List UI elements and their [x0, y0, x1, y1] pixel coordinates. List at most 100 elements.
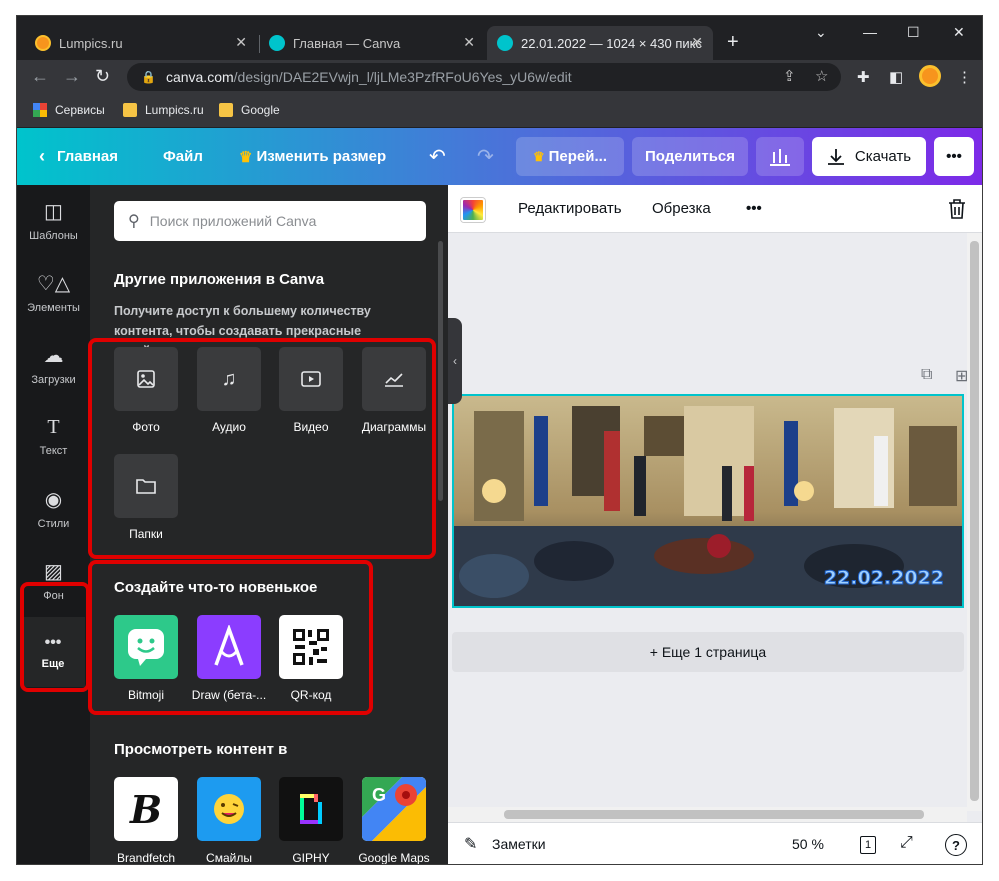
close-window-button[interactable]: ✕: [953, 24, 965, 41]
sidebar-item-label: Загрузки: [31, 373, 76, 386]
maximize-button[interactable]: ☐: [907, 24, 920, 41]
side-panel-icon[interactable]: ◧: [889, 68, 903, 86]
menu-icon[interactable]: ⋮: [957, 68, 972, 86]
bookmark-services[interactable]: Сервисы: [33, 103, 105, 117]
close-icon[interactable]: ✕: [235, 34, 247, 51]
bookmark-lumpics[interactable]: Lumpics.ru: [123, 103, 204, 117]
download-button[interactable]: Скачать: [812, 137, 926, 176]
highlight-other-apps: [88, 338, 436, 559]
notes-icon[interactable]: ✎: [464, 834, 477, 854]
search-input[interactable]: ⚲ Поиск приложений Canva: [114, 201, 426, 241]
text-icon: T: [47, 415, 60, 438]
scroll-thumb[interactable]: [504, 810, 924, 819]
edit-image-button[interactable]: Редактировать: [518, 200, 622, 217]
share-label: Поделиться: [644, 148, 736, 165]
url-host: canva.com: [165, 69, 234, 85]
fullscreen-icon[interactable]: ⤢: [900, 834, 913, 852]
design-canvas[interactable]: 22.02.2022: [452, 394, 964, 608]
undo-icon[interactable]: ↶: [429, 128, 446, 185]
upgrade-button[interactable]: ♛ Перей...: [516, 137, 624, 176]
chevron-left-icon: ‹: [453, 354, 457, 368]
tab-design[interactable]: 22.01.2022 — 1024 × 430 пикс ✕: [487, 26, 713, 60]
canva-header: ‹ Главная Файл ♛ Изменить размер ↶ ↷ ♛ П…: [17, 128, 982, 185]
more-options-button[interactable]: •••: [934, 137, 974, 176]
zoom-level[interactable]: 50 %: [792, 836, 824, 852]
share-icon[interactable]: ⇪: [783, 67, 796, 85]
app-tile-emoji[interactable]: [197, 777, 261, 841]
crown-icon: ♛: [532, 148, 545, 164]
brandfetch-logo-icon: B: [129, 786, 163, 832]
sidebar-item-text[interactable]: T Текст: [17, 401, 90, 471]
more-label: •••: [946, 148, 962, 165]
share-button[interactable]: Поделиться: [632, 137, 748, 176]
crop-button[interactable]: Обрезка: [652, 200, 711, 217]
tab-canva-home[interactable]: Главная — Canva ✕: [259, 26, 485, 60]
sidebar-item-uploads[interactable]: ☁ Загрузки: [17, 329, 90, 399]
insights-icon[interactable]: [756, 137, 804, 176]
context-toolbar: Редактировать Обрезка •••: [448, 185, 982, 233]
home-button[interactable]: ‹ Главная: [39, 128, 118, 185]
color-picker-icon[interactable]: [461, 198, 485, 222]
app-label: GIPHY: [292, 851, 330, 865]
section-title: Просмотреть контент в: [114, 741, 288, 758]
bar-chart-icon: [770, 148, 790, 166]
scroll-thumb[interactable]: [970, 241, 979, 801]
section-title: Другие приложения в Canva: [114, 271, 325, 288]
forward-button[interactable]: →: [63, 66, 81, 87]
highlight-create-new: [88, 560, 373, 715]
address-toolbar: ← → ↻ 🔒 canva.com /design/DAE2EVwjn_l/lj…: [17, 60, 982, 94]
trash-icon[interactable]: [948, 199, 966, 219]
resize-button[interactable]: ♛ Изменить размер: [239, 128, 386, 185]
google-maps-icon: G: [362, 777, 426, 841]
add-page-button[interactable]: + Еще 1 страница: [452, 632, 964, 672]
crown-icon: ♛: [239, 148, 253, 166]
close-icon[interactable]: ✕: [691, 34, 703, 51]
file-menu[interactable]: Файл: [163, 128, 203, 185]
sidebar-item-styles[interactable]: ◉ Стили: [17, 473, 90, 543]
app-tile-brandfetch[interactable]: B: [114, 777, 178, 841]
minimize-button[interactable]: —: [863, 24, 877, 40]
resize-label: Изменить размер: [256, 148, 387, 165]
new-tab-button[interactable]: +: [727, 31, 739, 54]
profile-avatar[interactable]: [919, 65, 941, 87]
app-tile-google-maps[interactable]: G: [362, 777, 426, 841]
vertical-scrollbar[interactable]: [967, 233, 982, 811]
add-page-label: + Еще 1 страница: [649, 644, 767, 660]
redo-icon[interactable]: ↷: [477, 128, 494, 185]
bookmark-label: Google: [241, 103, 280, 117]
giphy-icon: [300, 794, 322, 824]
tab-lumpics[interactable]: Lumpics.ru ✕: [25, 26, 257, 60]
chevron-down-icon[interactable]: ⌄: [815, 24, 827, 41]
close-icon[interactable]: ✕: [463, 34, 475, 51]
sidebar-item-label: Элементы: [27, 301, 80, 314]
star-icon[interactable]: ☆: [815, 67, 828, 85]
bookmark-label: Сервисы: [55, 103, 105, 117]
editor-sidebar: ◫ Шаблоны ♡△ Элементы ☁ Загрузки T Текст…: [17, 185, 90, 864]
home-label: Главная: [57, 148, 119, 165]
canva-favicon: [497, 35, 513, 51]
back-button[interactable]: ←: [31, 66, 49, 87]
app-tile-giphy[interactable]: [279, 777, 343, 841]
address-bar[interactable]: 🔒 canva.com /design/DAE2EVwjn_l/ljLMe3Pz…: [127, 63, 841, 91]
extensions-icon[interactable]: ✚: [857, 68, 870, 86]
horizontal-scrollbar[interactable]: [448, 807, 967, 822]
panel-scrollbar[interactable]: [438, 241, 443, 501]
sidebar-item-elements[interactable]: ♡△ Элементы: [17, 257, 90, 327]
sidebar-item-templates[interactable]: ◫ Шаблоны: [17, 185, 90, 255]
duplicate-page-icon[interactable]: ⧉: [921, 366, 932, 384]
collapse-panel-button[interactable]: ‹: [448, 318, 462, 404]
notes-button[interactable]: Заметки: [492, 836, 546, 852]
editor-footer: ✎ Заметки 50 % 1 ⤢ ?: [448, 822, 982, 864]
lock-icon: 🔒: [141, 70, 156, 84]
design-editor: Редактировать Обрезка ••• ⧉ ⊞ 22.02.2022…: [448, 185, 982, 864]
styles-icon: ◉: [44, 488, 63, 511]
tab-title: Главная — Canva: [293, 35, 401, 51]
reload-button[interactable]: ↻: [95, 66, 110, 87]
more-tools-button[interactable]: •••: [746, 200, 762, 217]
help-button[interactable]: ?: [945, 834, 967, 856]
download-icon: [827, 148, 844, 165]
page-count-button[interactable]: 1: [860, 836, 876, 854]
svg-text:G: G: [372, 785, 386, 805]
bookmark-google[interactable]: Google: [219, 103, 280, 117]
bookmark-page-icon: [219, 103, 233, 117]
